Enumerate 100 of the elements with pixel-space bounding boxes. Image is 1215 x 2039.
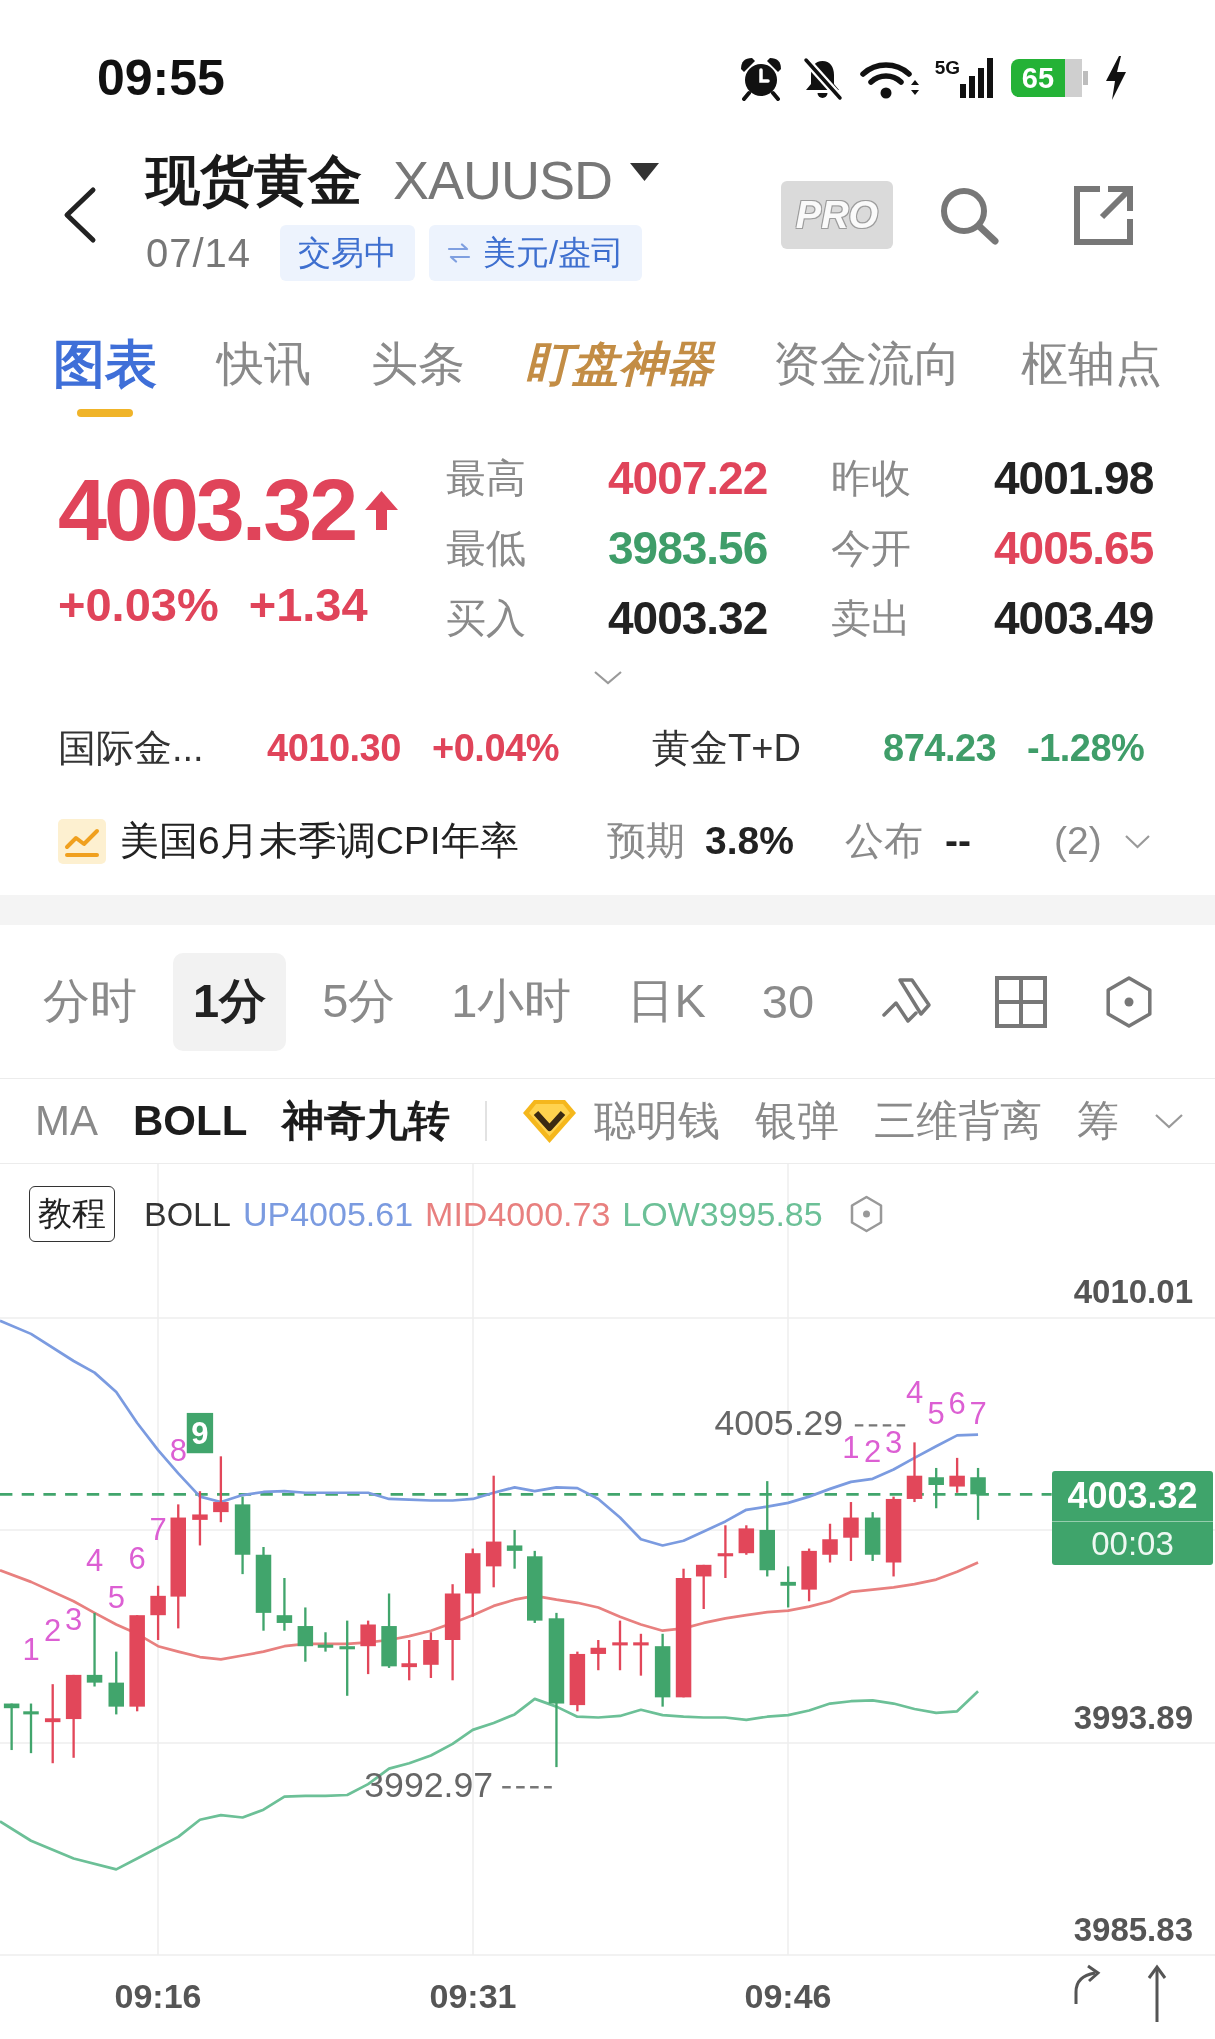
period-tab[interactable]: 1小时 — [431, 952, 592, 1051]
sequence-count: 4 — [85, 1543, 104, 1579]
chevron-down-icon[interactable] — [1154, 1113, 1185, 1129]
sequence-count: 7 — [149, 1512, 167, 1548]
indicator-tab[interactable]: MA — [35, 1097, 98, 1145]
symbol-label: XAUUSD — [393, 149, 613, 210]
candle — [970, 1467, 986, 1520]
date-label: 07/14 — [146, 229, 252, 276]
leader-line — [502, 1786, 552, 1789]
battery-indicator: 65 — [1011, 59, 1089, 97]
period-tab[interactable]: 分时 — [23, 952, 157, 1051]
tab[interactable]: 资金流向 — [773, 336, 961, 417]
charging-bolt-icon — [1104, 56, 1128, 100]
network-type-label: 5G — [934, 58, 960, 77]
period-tab[interactable]: 1分 — [173, 952, 287, 1051]
candle — [192, 1491, 208, 1546]
search-icon[interactable] — [938, 185, 1000, 245]
tutorial-button[interactable]: 教程 — [29, 1186, 115, 1242]
tab[interactable]: 头条 — [371, 336, 465, 417]
dropdown-caret-icon[interactable] — [630, 163, 660, 182]
stat-value: 4001.98 — [994, 453, 1155, 503]
stat-label: 买入 — [446, 595, 527, 641]
candle — [906, 1442, 923, 1503]
forecast-label: 预期 — [607, 818, 686, 864]
candle — [401, 1640, 417, 1681]
stat-label: 昨收 — [831, 455, 912, 501]
tab[interactable]: 图表 — [53, 336, 157, 417]
sequence-count: 8 — [169, 1432, 187, 1468]
candle — [108, 1651, 124, 1715]
candle — [949, 1457, 965, 1493]
chevron-down-icon[interactable] — [1124, 833, 1151, 849]
candle — [864, 1512, 881, 1561]
signal-badge: 9 — [186, 1412, 214, 1454]
candle — [213, 1456, 229, 1523]
candle — [738, 1525, 755, 1555]
candle — [23, 1703, 39, 1754]
event-title[interactable]: 美国6月未季调CPI年率 — [120, 818, 607, 864]
stat-value: 4005.65 — [994, 523, 1155, 573]
period-tab[interactable]: 5分 — [302, 952, 416, 1051]
candle — [569, 1651, 586, 1712]
indicator-tab[interactable]: BOLL — [133, 1097, 248, 1145]
period-tab[interactable]: 30 — [741, 952, 835, 1051]
candle — [317, 1632, 334, 1652]
time-axis-label: 09:46 — [744, 1977, 832, 2015]
actual-label: 公布 — [845, 818, 924, 864]
candle — [822, 1523, 838, 1563]
up-arrow-icon[interactable] — [1147, 1964, 1167, 2022]
corner-arrow-icon[interactable] — [1074, 1964, 1101, 2004]
grid-icon[interactable] — [994, 974, 1048, 1029]
sequence-count: 4 — [905, 1374, 924, 1410]
stat-value: 4003.32 — [608, 593, 769, 643]
time-axis-label: 09:31 — [429, 1977, 517, 2015]
current-price-label: 4003.32 — [1052, 1471, 1213, 1522]
indicator-tab[interactable]: 神奇九转 — [282, 1097, 451, 1145]
last-price: 4003.32 — [58, 460, 356, 560]
signal-icon — [960, 58, 994, 98]
sequence-count: 5 — [107, 1579, 125, 1615]
market-price: 874.23 — [883, 725, 998, 770]
band-value: MID4000.73 — [425, 1194, 611, 1234]
stat-value: 4007.22 — [608, 453, 769, 503]
price-axis-label: 3993.89 — [1073, 1698, 1193, 1736]
tab[interactable]: 快讯 — [217, 336, 311, 417]
candle — [612, 1620, 628, 1671]
stat-label: 最高 — [446, 455, 527, 501]
market-name[interactable]: 黄金T+D — [652, 725, 883, 770]
chevron-down-icon[interactable] — [592, 670, 623, 685]
candle — [633, 1633, 649, 1676]
event-count: (2) — [1054, 818, 1103, 864]
candle — [506, 1529, 523, 1569]
market-name[interactable]: 国际金... — [58, 725, 267, 770]
settings-icon[interactable] — [848, 1195, 884, 1233]
candle — [3, 1703, 20, 1751]
back-icon[interactable] — [62, 186, 97, 244]
band-value: LOW3995.85 — [622, 1194, 823, 1234]
market-change: +0.04% — [432, 725, 560, 770]
indicator-tab[interactable]: 银弹 — [755, 1097, 840, 1145]
sequence-count: 6 — [128, 1541, 146, 1577]
candle — [843, 1502, 859, 1561]
time-axis-label: 09:16 — [114, 1977, 202, 2015]
band-value: UP4005.61 — [242, 1194, 414, 1234]
market-change: -1.28% — [1027, 725, 1146, 770]
candle — [276, 1578, 293, 1631]
candle — [423, 1632, 439, 1678]
indicator-tab[interactable]: 聪明钱 — [522, 1097, 721, 1145]
sequence-count: 2 — [864, 1434, 882, 1470]
low-price-marker: 3992.97 — [364, 1764, 494, 1805]
change-value: +1.34 — [248, 580, 368, 630]
tab[interactable]: 枢轴点 — [1021, 336, 1162, 417]
candle — [695, 1564, 712, 1609]
sequence-count: 1 — [842, 1430, 860, 1466]
stat-label: 今开 — [831, 525, 912, 571]
indicator-tab[interactable]: 筹 — [1077, 1097, 1120, 1145]
share-icon[interactable] — [1072, 183, 1135, 247]
indicator-tab[interactable]: 三维背离 — [874, 1097, 1043, 1145]
unit-toggle-button[interactable]: 美元/盎司 — [429, 224, 643, 281]
indicator-name: BOLL — [144, 1194, 231, 1234]
candle — [780, 1566, 796, 1608]
period-tab[interactable]: 日K — [607, 952, 726, 1051]
candle — [150, 1585, 166, 1640]
candle — [928, 1467, 944, 1509]
